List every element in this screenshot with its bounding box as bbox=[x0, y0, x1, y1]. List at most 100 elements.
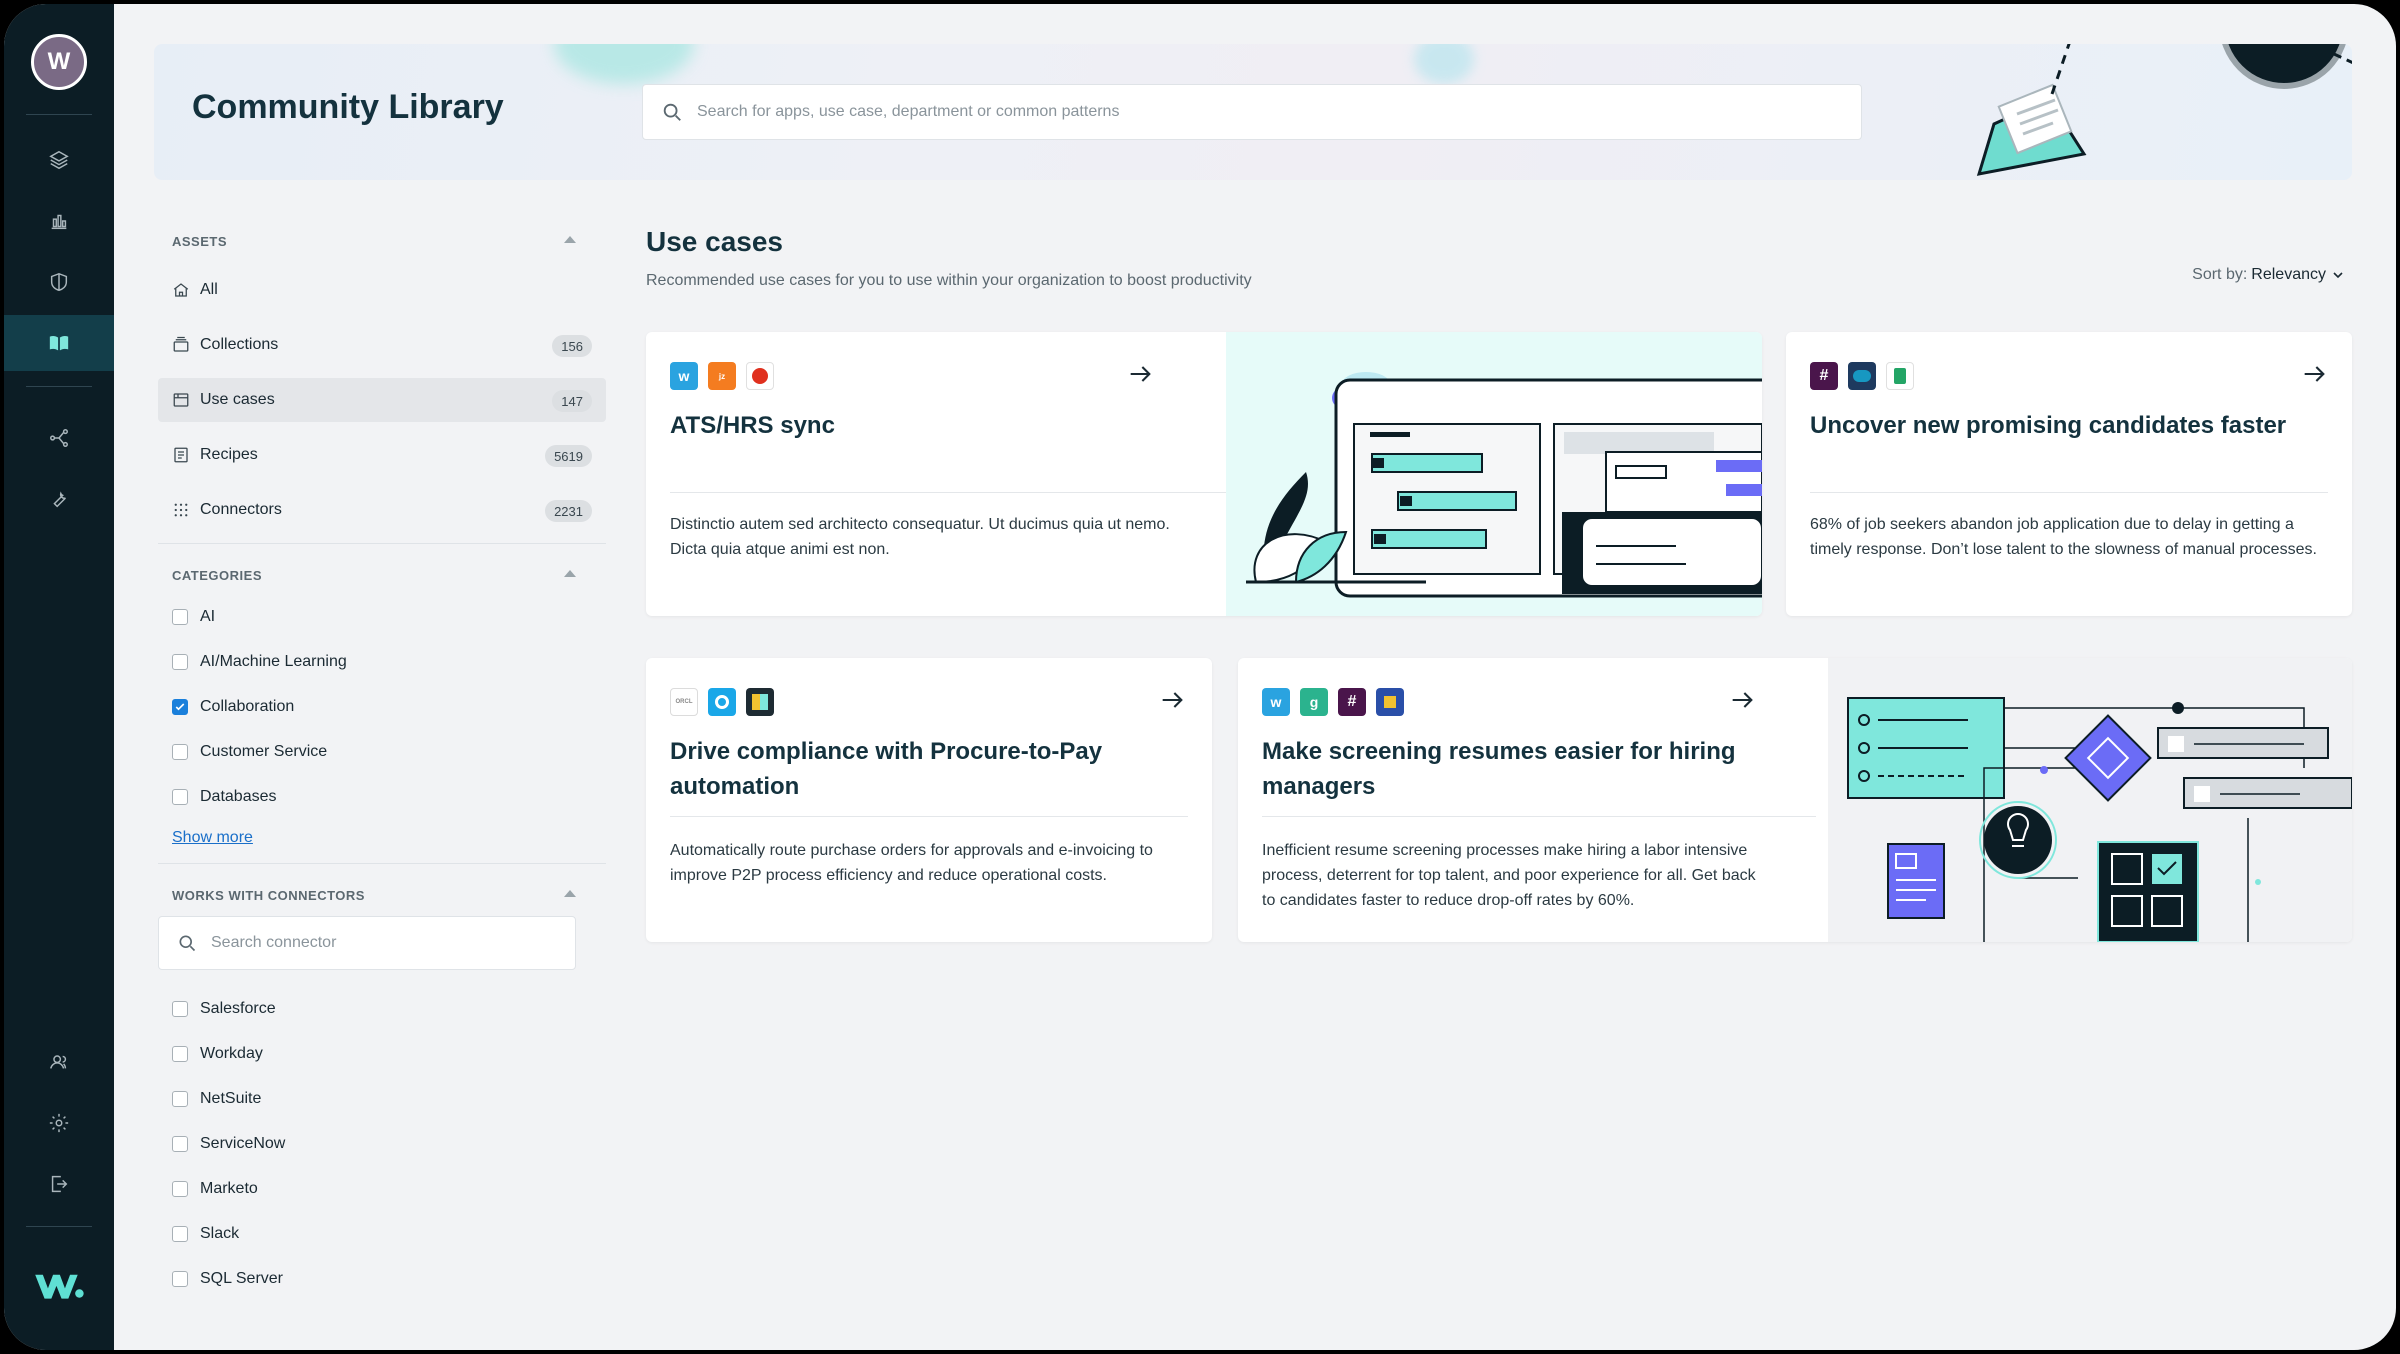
decorative-blob bbox=[1414, 44, 1474, 84]
checkbox[interactable] bbox=[172, 653, 188, 670]
arrow-right-icon[interactable] bbox=[2300, 360, 2328, 388]
checkbox[interactable] bbox=[172, 788, 188, 805]
rail-divider bbox=[26, 1226, 92, 1227]
filter-sidebar: ASSETS All Collections 156 Use cases 147… bbox=[158, 224, 606, 1301]
arrow-right-icon[interactable] bbox=[1126, 360, 1154, 388]
assets-heading: ASSETS bbox=[172, 233, 228, 249]
checkbox-checked[interactable] bbox=[172, 698, 188, 715]
dashboard-chart-icon[interactable] bbox=[4, 193, 114, 249]
assets-section-header[interactable]: ASSETS bbox=[158, 224, 606, 258]
asset-filter-use-cases[interactable]: Use cases 147 bbox=[158, 378, 606, 422]
google-sheets-logo-icon bbox=[1886, 362, 1914, 390]
checkbox[interactable] bbox=[172, 1225, 188, 1242]
use-case-card[interactable]: w jz ATS/HRS sync Distinctio autem sed a… bbox=[646, 332, 1762, 616]
checkbox[interactable] bbox=[172, 1180, 188, 1197]
rail-divider bbox=[26, 114, 92, 115]
connector-checkbox-workday[interactable]: Workday bbox=[158, 1031, 606, 1076]
card-description: Inefficient resume screening processes m… bbox=[1262, 842, 1756, 909]
settings-gear-icon[interactable] bbox=[4, 1095, 114, 1151]
jazzhr-logo-icon: jz bbox=[708, 362, 736, 390]
users-icon[interactable] bbox=[4, 1034, 114, 1090]
checkbox[interactable] bbox=[172, 1045, 188, 1062]
sort-dropdown[interactable]: Sort by: Relevancy bbox=[2192, 266, 2344, 284]
layers-icon[interactable] bbox=[4, 132, 114, 188]
arrow-right-icon[interactable] bbox=[1728, 686, 1756, 714]
library-book-icon[interactable] bbox=[4, 315, 114, 371]
category-checkbox-ai[interactable]: AI bbox=[158, 594, 606, 639]
arrow-right-icon[interactable] bbox=[1158, 686, 1186, 714]
workato-logo-icon[interactable] bbox=[4, 1260, 114, 1310]
use-case-card[interactable]: ORCL Drive compliance with Procure-to-Pa… bbox=[646, 658, 1212, 942]
checkbox-label: SQL Server bbox=[200, 1269, 283, 1287]
connector-checkbox-servicenow[interactable]: ServiceNow bbox=[158, 1121, 606, 1166]
card-description: Automatically route purchase orders for … bbox=[670, 842, 1153, 884]
red-app-logo-icon bbox=[746, 362, 774, 390]
resume-screening-illustration-icon bbox=[1828, 658, 2352, 942]
use-case-card[interactable]: w g # Make screening resumes easier for … bbox=[1238, 658, 2352, 942]
checkbox[interactable] bbox=[172, 608, 188, 625]
checkbox[interactable] bbox=[172, 1135, 188, 1152]
decorative-blob bbox=[554, 44, 694, 84]
connector-logos: # bbox=[1810, 362, 1914, 390]
connectors-section-header[interactable]: WORKS WITH CONNECTORS bbox=[158, 878, 606, 912]
checkbox-label: Marketo bbox=[200, 1179, 258, 1197]
collapse-caret-icon[interactable] bbox=[564, 570, 576, 577]
asset-filter-connectors[interactable]: Connectors 2231 bbox=[158, 488, 606, 532]
categories-section-header[interactable]: CATEGORIES bbox=[158, 558, 606, 592]
greenhouse-logo-icon: g bbox=[1300, 688, 1328, 716]
library-search-input[interactable] bbox=[697, 103, 1797, 121]
connector-logos: w jz bbox=[670, 362, 774, 390]
connector-checkbox-slack[interactable]: Slack bbox=[158, 1211, 606, 1256]
home-icon bbox=[173, 283, 189, 297]
library-search[interactable] bbox=[642, 84, 1862, 140]
connector-checkbox-salesforce[interactable]: Salesforce bbox=[158, 986, 606, 1031]
categories-heading: CATEGORIES bbox=[172, 567, 262, 583]
asset-filter-all[interactable]: All bbox=[158, 268, 606, 312]
checkbox[interactable] bbox=[172, 1090, 188, 1107]
checkbox-label: Workday bbox=[200, 1044, 263, 1062]
collapse-caret-icon[interactable] bbox=[564, 236, 576, 243]
wrench-tools-icon[interactable] bbox=[4, 471, 114, 527]
recruiting-app-logo-icon bbox=[1376, 688, 1404, 716]
connector-search[interactable] bbox=[158, 916, 576, 970]
page-title: Community Library bbox=[192, 88, 504, 126]
use-case-icon bbox=[173, 393, 189, 407]
checkbox[interactable] bbox=[172, 1000, 188, 1017]
user-avatar[interactable]: W bbox=[31, 34, 87, 90]
logout-icon[interactable] bbox=[4, 1156, 114, 1212]
checkbox[interactable] bbox=[172, 743, 188, 760]
show-more-link[interactable]: Show more bbox=[158, 823, 606, 853]
api-share-icon[interactable] bbox=[4, 410, 114, 466]
search-icon bbox=[663, 103, 681, 121]
use-case-card[interactable]: # Uncover new promising candidates faste… bbox=[1786, 332, 2352, 616]
category-checkbox-databases[interactable]: Databases bbox=[158, 774, 606, 819]
count-badge: 156 bbox=[552, 335, 592, 357]
category-checkbox-collaboration[interactable]: Collaboration bbox=[158, 684, 606, 729]
asset-filter-label: Connectors bbox=[200, 501, 282, 518]
section-divider bbox=[158, 543, 606, 544]
connector-search-input[interactable] bbox=[211, 934, 551, 952]
card-description: Distinctio autem sed architecto consequa… bbox=[670, 516, 1170, 558]
connector-logos: ORCL bbox=[670, 688, 774, 716]
category-checkbox-ai-ml[interactable]: AI/Machine Learning bbox=[158, 639, 606, 684]
sort-value: Relevancy bbox=[2251, 266, 2326, 283]
connector-checkbox-netsuite[interactable]: NetSuite bbox=[158, 1076, 606, 1121]
section-title: Use cases bbox=[646, 226, 784, 257]
asset-filter-recipes[interactable]: Recipes 5619 bbox=[158, 433, 606, 477]
section-subtitle: Recommended use cases for you to use wit… bbox=[646, 272, 1252, 289]
chevron-down-icon bbox=[2333, 272, 2343, 279]
card-title: Drive compliance with Procure-to-Pay aut… bbox=[670, 738, 1103, 800]
oracle-logo-icon: ORCL bbox=[670, 688, 698, 716]
asset-filter-label: Recipes bbox=[200, 446, 258, 463]
asset-filter-collections[interactable]: Collections 156 bbox=[158, 323, 606, 367]
connector-checkbox-marketo[interactable]: Marketo bbox=[158, 1166, 606, 1211]
shield-icon[interactable] bbox=[4, 254, 114, 310]
checkbox[interactable] bbox=[172, 1270, 188, 1287]
checkbox-label: Salesforce bbox=[200, 999, 276, 1017]
card-title: ATS/HRS sync bbox=[670, 412, 835, 439]
checkbox-label: AI bbox=[200, 607, 216, 625]
asset-filter-label: All bbox=[200, 281, 218, 298]
category-checkbox-customer-service[interactable]: Customer Service bbox=[158, 729, 606, 774]
collapse-caret-icon[interactable] bbox=[564, 890, 576, 897]
connector-checkbox-sql-server[interactable]: SQL Server bbox=[158, 1256, 606, 1301]
